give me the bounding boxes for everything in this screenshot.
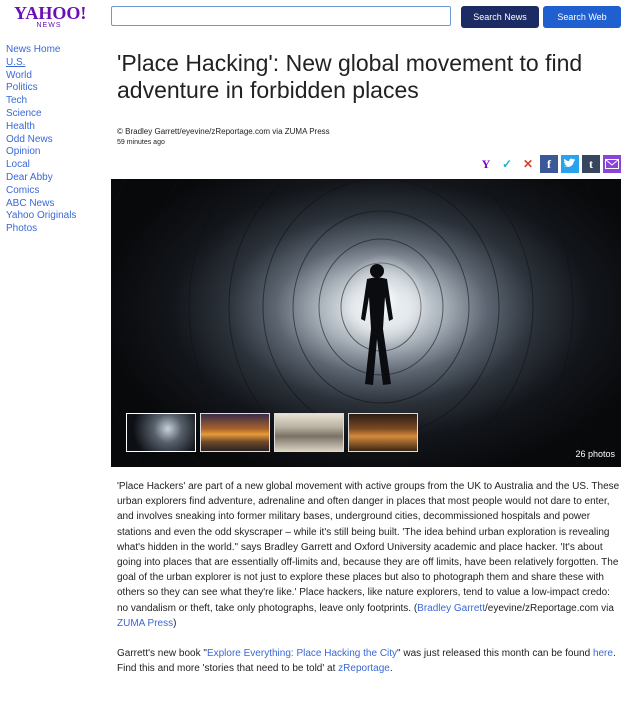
paragraph-text: 'Place Hackers' are part of a new global… — [117, 481, 620, 614]
logo-sub: NEWS — [36, 22, 62, 29]
search-input[interactable] — [111, 6, 451, 26]
zreportage-link[interactable]: zReportage — [338, 663, 390, 674]
article-body: 'Place Hackers' are part of a new global… — [117, 479, 621, 676]
zuma-press-link[interactable]: ZUMA Press — [117, 618, 173, 629]
sidebar-item-tech[interactable]: Tech — [6, 95, 96, 108]
hero-photo[interactable]: 26 photos — [111, 179, 621, 467]
sidebar-item-opinion[interactable]: Opinion — [6, 146, 96, 159]
sidebar-item-science[interactable]: Science — [6, 108, 96, 121]
logo-brand: YAHOO! — [14, 3, 87, 23]
sidebar-item-yahoo-originals[interactable]: Yahoo Originals — [6, 210, 96, 223]
sidebar-item-dear-abby[interactable]: Dear Abby — [6, 172, 96, 185]
sidebar-item-news-home[interactable]: News Home — [6, 44, 96, 57]
paragraph-text: . — [389, 663, 393, 675]
author-link[interactable]: Bradley Garrett — [417, 603, 485, 614]
search-web-button[interactable]: Search Web — [543, 6, 621, 28]
sidebar-item-politics[interactable]: Politics — [6, 82, 96, 95]
sidebar-item-comics[interactable]: Comics — [6, 185, 96, 198]
sidebar-nav: News Home U.S. World Politics Tech Scien… — [6, 44, 96, 236]
thumbnail-3[interactable] — [274, 413, 344, 452]
thumbnail-4[interactable] — [348, 413, 418, 452]
thumbnail-2[interactable] — [200, 413, 270, 452]
sidebar-item-local[interactable]: Local — [6, 159, 96, 172]
yahoo-icon[interactable]: Y — [477, 155, 495, 173]
sidebar-item-us[interactable]: U.S. — [6, 57, 96, 70]
photo-credit: © Bradley Garrett/eyevine/zReportage.com… — [117, 127, 330, 136]
tumblr-icon[interactable]: t — [582, 155, 600, 173]
close-icon[interactable]: ✕ — [519, 155, 537, 173]
article-paragraph-2: Garrett's new book "Explore Everything: … — [117, 646, 621, 661]
paragraph-text: Find this and more 'stories that need to… — [117, 663, 339, 675]
facebook-icon[interactable]: f — [540, 155, 558, 173]
yahoo-news-logo[interactable]: YAHOO! NEWS — [14, 3, 87, 30]
article-paragraph-1: 'Place Hackers' are part of a new global… — [117, 479, 621, 631]
mail-icon[interactable] — [603, 155, 621, 173]
timestamp: 59 minutes ago — [117, 139, 165, 146]
article-paragraph-3: Find this and more 'stories that need to… — [117, 661, 621, 676]
sidebar-item-abc-news[interactable]: ABC News — [6, 198, 96, 211]
sidebar-item-odd-news[interactable]: Odd News — [6, 134, 96, 147]
here-link[interactable]: here — [593, 648, 613, 659]
paragraph-text: /eyevine/zReportage.com via — [484, 602, 614, 614]
share-bar: Y ✓ ✕ f t — [477, 155, 621, 173]
search-news-button[interactable]: Search News — [461, 6, 539, 28]
thumbnail-strip — [123, 410, 421, 455]
paragraph-text: " was just released this month can be fo… — [397, 648, 593, 660]
sidebar-item-health[interactable]: Health — [6, 121, 96, 134]
twitter-icon[interactable] — [561, 155, 579, 173]
thumbnail-1[interactable] — [126, 413, 196, 452]
book-link[interactable]: Explore Everything: Place Hacking the Ci… — [207, 648, 397, 659]
paragraph-text: Garrett's new book " — [117, 648, 207, 660]
paragraph-text: ) — [173, 617, 177, 629]
paragraph-text: . — [612, 648, 616, 660]
article-headline: 'Place Hacking': New global movement to … — [117, 50, 583, 103]
check-icon[interactable]: ✓ — [498, 155, 516, 173]
sidebar-item-world[interactable]: World — [6, 70, 96, 83]
sidebar-item-photos[interactable]: Photos — [6, 223, 96, 236]
photo-count[interactable]: 26 photos — [575, 449, 615, 459]
